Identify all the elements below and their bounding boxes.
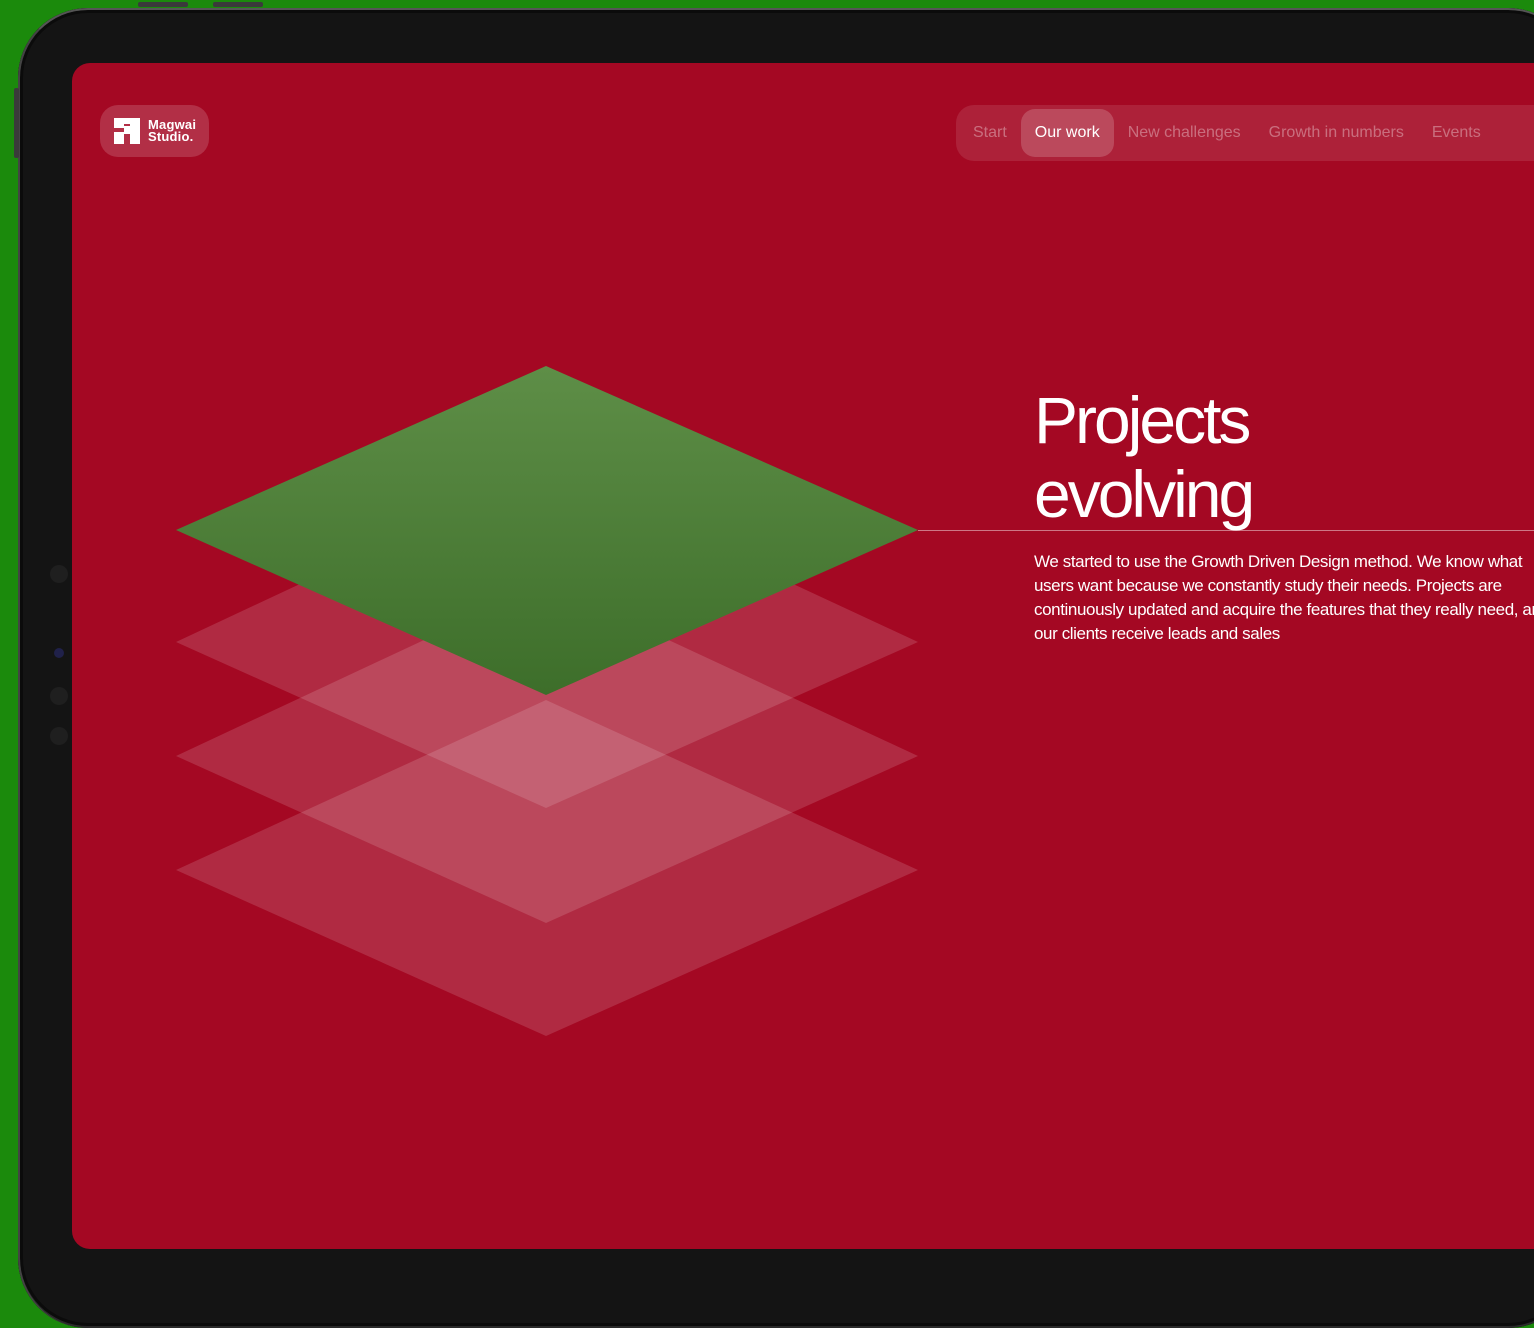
magwai-logo-icon: [114, 118, 140, 144]
sensor-dot-3: [50, 727, 68, 745]
sensor-dot-2: [50, 687, 68, 705]
volume-button-top-2: [213, 2, 263, 7]
hero-description: We started to use the Growth Driven Desi…: [1034, 552, 1534, 643]
nav-item-start[interactable]: Start: [959, 109, 1021, 157]
brand-name: Magwai Studio.: [148, 117, 197, 144]
side-button: [14, 88, 19, 158]
website-screen: Magwai Studio. Start Our work New challe…: [72, 63, 1534, 1249]
nav-item-new-challenges[interactable]: New challenges: [1114, 109, 1255, 157]
volume-button-top: [138, 2, 188, 7]
nav-item-growth-in-numbers[interactable]: Growth in numbers: [1255, 109, 1418, 157]
stacked-layers-illustration: [176, 366, 918, 1036]
page-title-line-2: evolving: [1034, 457, 1255, 531]
nav-item-events[interactable]: Events: [1418, 109, 1495, 157]
brand-logo[interactable]: Magwai Studio.: [100, 105, 209, 157]
page-title-line-1: Projects: [1034, 383, 1251, 457]
sensor-dot-1: [50, 565, 68, 583]
page-title: Projects evolving: [1034, 383, 1255, 531]
camera-dot: [54, 648, 64, 658]
nav-item-our-work[interactable]: Our work: [1020, 109, 1114, 157]
top-navigation: Start Our work New challenges Growth in …: [956, 105, 1534, 161]
